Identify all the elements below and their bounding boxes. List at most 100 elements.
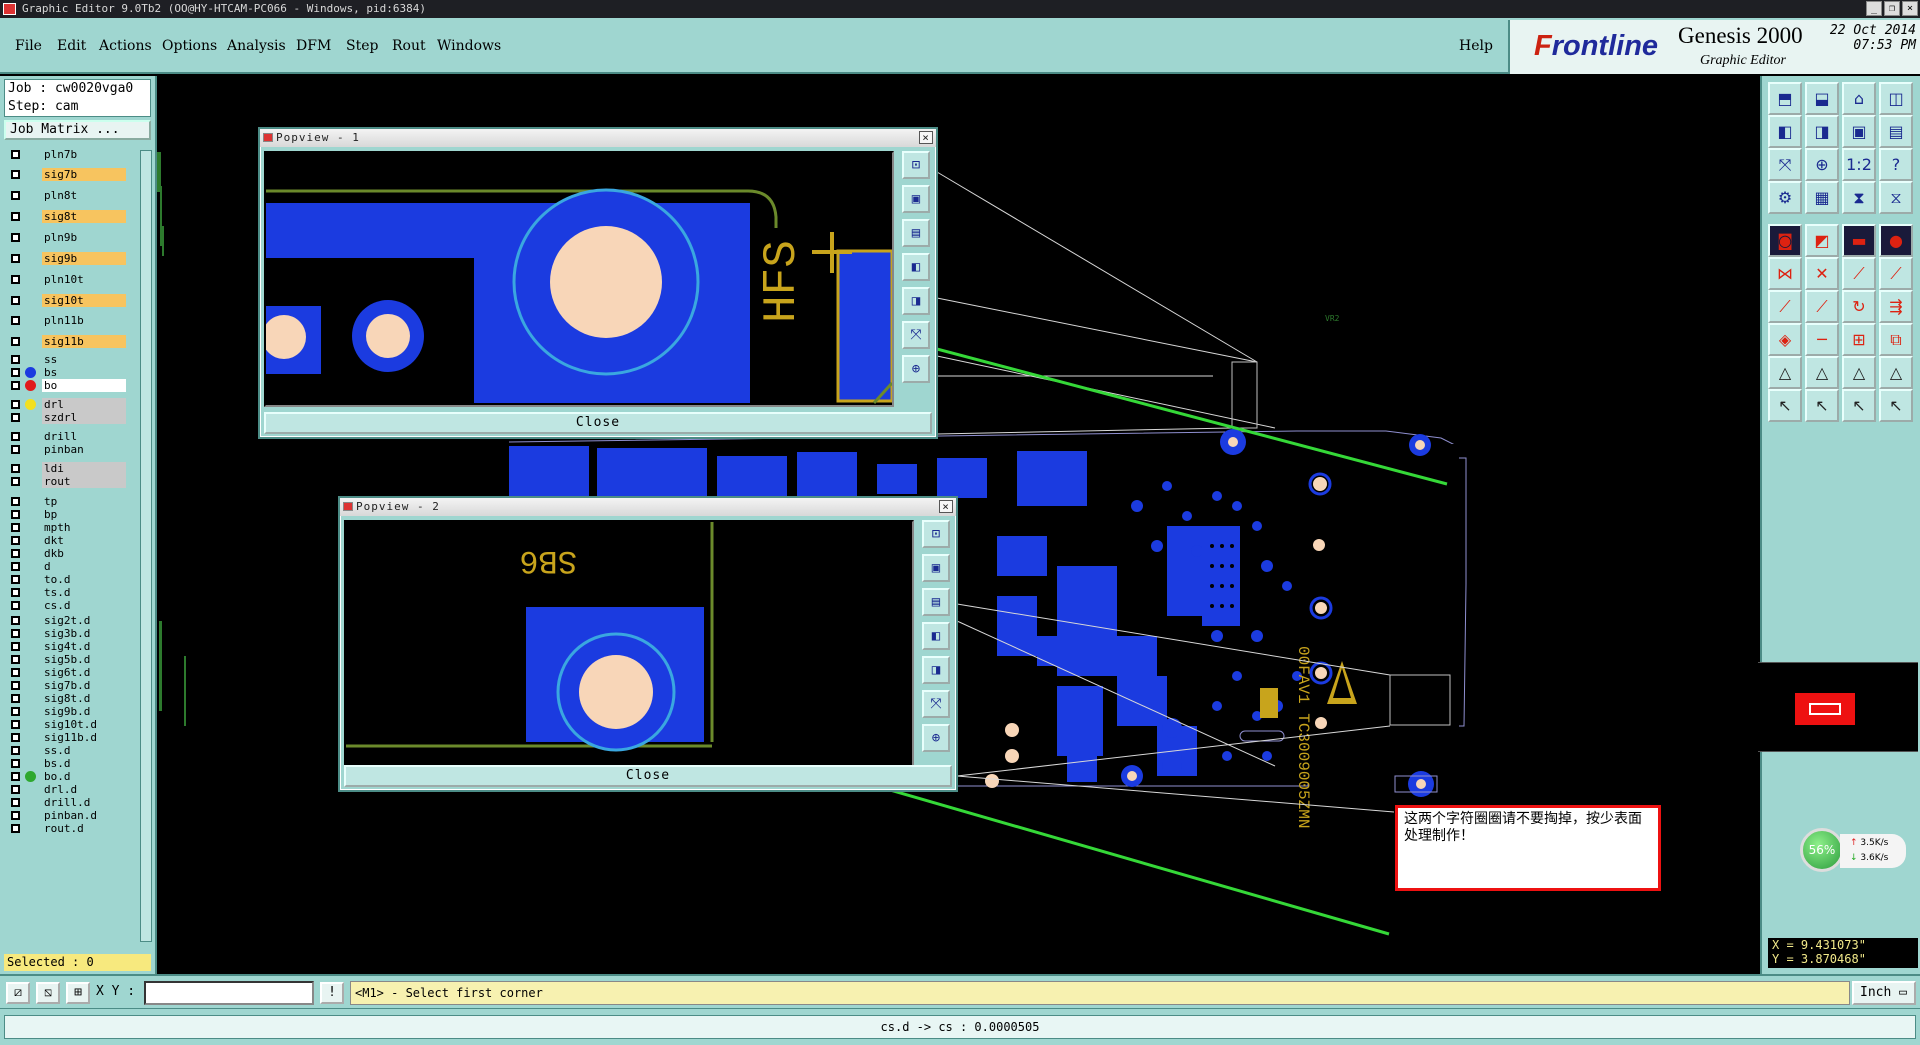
layer-checkbox[interactable] xyxy=(11,562,20,571)
layer-checkbox[interactable] xyxy=(11,616,20,625)
menu-help[interactable]: Help xyxy=(1459,38,1493,54)
layer-name[interactable]: sig4t.d xyxy=(42,640,126,653)
layer-checkbox[interactable] xyxy=(11,296,20,305)
layer-row[interactable]: ts.d xyxy=(4,586,132,599)
hline-icon[interactable]: ─ xyxy=(1805,323,1839,356)
layer-row[interactable]: sig9b.d xyxy=(4,705,132,718)
grid-icon[interactable]: ▦ xyxy=(1805,181,1839,214)
layer-row[interactable]: tp xyxy=(4,495,132,508)
layer-row[interactable]: rout xyxy=(4,475,132,488)
layer-checkbox[interactable] xyxy=(11,720,20,729)
layer-checkbox[interactable] xyxy=(11,368,20,377)
layer-checkbox[interactable] xyxy=(11,575,20,584)
zoom-fit-icon[interactable]: ⊡ xyxy=(902,151,930,179)
layer-checkbox[interactable] xyxy=(11,381,20,390)
menu-analysis[interactable]: Analysis xyxy=(227,38,286,54)
layer-name[interactable]: rout xyxy=(42,475,126,488)
layer-checkbox[interactable] xyxy=(11,477,20,486)
layer-row[interactable]: mpth xyxy=(4,521,132,534)
layer-checkbox[interactable] xyxy=(11,150,20,159)
layer-row[interactable]: sig10t xyxy=(4,294,132,307)
layer-row[interactable]: to.d xyxy=(4,573,132,586)
layer-name[interactable]: pinban.d xyxy=(42,809,126,822)
layer-scrollbar[interactable] xyxy=(140,150,152,942)
shape-icon[interactable]: ◩ xyxy=(1805,224,1839,257)
layer-name[interactable]: pln8t xyxy=(42,189,126,202)
layer-checkbox[interactable] xyxy=(11,668,20,677)
layer-row[interactable]: sig2t.d xyxy=(4,614,132,627)
layer-name[interactable]: dkb xyxy=(42,547,126,560)
layer-row[interactable]: pln7b xyxy=(4,148,132,161)
cross-mode-icon[interactable]: ⧅ xyxy=(36,982,60,1004)
layer-checkbox[interactable] xyxy=(11,655,20,664)
layer-row[interactable]: pln10t xyxy=(4,273,132,286)
box-icon[interactable]: ⊞ xyxy=(1842,323,1876,356)
layer-name[interactable]: sig8t.d xyxy=(42,692,126,705)
layer-row[interactable]: drl.d xyxy=(4,783,132,796)
align-icon[interactable]: ⧖ xyxy=(1879,181,1913,214)
zoom-in-icon[interactable]: ▣ xyxy=(1842,115,1876,148)
layer-name[interactable]: bo xyxy=(42,379,126,392)
menu-rout[interactable]: Rout xyxy=(392,38,426,54)
layer-row[interactable]: pln8t xyxy=(4,189,132,202)
layer-name[interactable]: szdrl xyxy=(42,411,126,424)
layer-row[interactable]: sig8t.d xyxy=(4,692,132,705)
layer-name[interactable]: sig5b.d xyxy=(42,653,126,666)
layer-name[interactable]: drill.d xyxy=(42,796,126,809)
copy-icon[interactable]: ⧉ xyxy=(1879,323,1913,356)
layer-checkbox[interactable] xyxy=(11,212,20,221)
split-icon[interactable]: ⇶ xyxy=(1879,290,1913,323)
job-matrix-button[interactable]: Job Matrix ... xyxy=(4,120,151,140)
layer-row[interactable]: dkb xyxy=(4,547,132,560)
layer-name[interactable]: sig7b xyxy=(42,168,126,181)
expand-icon[interactable]: ⤧ xyxy=(922,690,950,718)
layer-row[interactable]: bp xyxy=(4,508,132,521)
marker-icon[interactable]: ◈ xyxy=(1768,323,1802,356)
layer-checkbox[interactable] xyxy=(11,413,20,422)
layer-row[interactable]: sig7b xyxy=(4,168,132,181)
popview-1-close-button[interactable]: Close xyxy=(264,412,932,434)
layer-name[interactable]: pln9b xyxy=(42,231,126,244)
layer-row[interactable]: ss xyxy=(4,353,132,366)
menu-edit[interactable]: Edit xyxy=(57,38,86,54)
snap-icon[interactable]: ⚙ xyxy=(1768,181,1802,214)
layer-checkbox[interactable] xyxy=(11,497,20,506)
cursor4-icon[interactable]: ↖ xyxy=(1879,389,1913,422)
layer-row[interactable]: sig9b xyxy=(4,252,132,265)
layer-name[interactable]: bp xyxy=(42,508,126,521)
alert-icon[interactable]: ! xyxy=(320,982,344,1004)
film-icon[interactable]: ▬ xyxy=(1842,224,1876,257)
cross-icon[interactable]: ✕ xyxy=(1805,257,1839,290)
pan-left-icon[interactable]: ◧ xyxy=(922,622,950,650)
layer-checkbox[interactable] xyxy=(11,785,20,794)
layer-name[interactable]: rout.d xyxy=(42,822,126,835)
layer-row[interactable]: rout.d xyxy=(4,822,132,835)
save-icon[interactable]: ⬓ xyxy=(1805,82,1839,115)
fit-icon[interactable]: ⤧ xyxy=(1768,148,1802,181)
layer-checkbox[interactable] xyxy=(11,316,20,325)
pan-right-icon[interactable]: ◨ xyxy=(1805,115,1839,148)
layer-row[interactable]: ldi xyxy=(4,462,132,475)
layer-checkbox[interactable] xyxy=(11,549,20,558)
layer-checkbox[interactable] xyxy=(11,681,20,690)
layer-name[interactable]: sig9b.d xyxy=(42,705,126,718)
layer-row[interactable]: dkt xyxy=(4,534,132,547)
layer-name[interactable]: sig3b.d xyxy=(42,627,126,640)
net-icon[interactable]: ⋈ xyxy=(1768,257,1802,290)
layer-name[interactable]: drill xyxy=(42,430,126,443)
menu-actions[interactable]: Actions xyxy=(99,38,152,54)
layer-row[interactable]: pln11b xyxy=(4,314,132,327)
graph-icon[interactable]: ⟋ xyxy=(1879,257,1913,290)
menu-dfm[interactable]: DFM xyxy=(296,38,331,54)
layer-row[interactable]: sig11b.d xyxy=(4,731,132,744)
close-window-button[interactable]: × xyxy=(1902,1,1918,16)
help-icon[interactable]: ? xyxy=(1879,148,1913,181)
layer-row[interactable]: cs.d xyxy=(4,599,132,612)
minimize-button[interactable]: _ xyxy=(1866,1,1882,16)
layer-checkbox[interactable] xyxy=(11,523,20,532)
layer-name[interactable]: cs.d xyxy=(42,599,126,612)
layer-name[interactable]: ldi xyxy=(42,462,126,475)
select-mode-icon[interactable]: ⧄ xyxy=(6,982,30,1004)
layer-name[interactable]: pln11b xyxy=(42,314,126,327)
layer-name[interactable]: tp xyxy=(42,495,126,508)
